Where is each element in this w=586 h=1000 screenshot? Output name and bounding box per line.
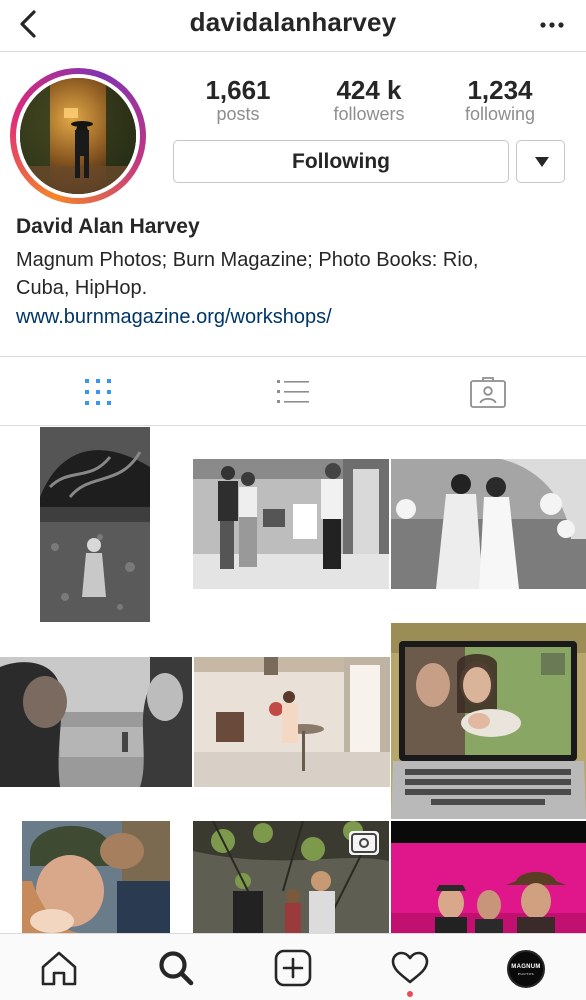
story-ring[interactable]	[10, 68, 146, 204]
bottom-navigation	[0, 933, 586, 1000]
search-icon	[158, 950, 193, 985]
post-thumbnail[interactable]	[22, 821, 170, 933]
following-label: following	[464, 104, 536, 124]
followers-stat[interactable]: 424 k followers	[309, 76, 429, 124]
bio-line: Magnum Photos; Burn Magazine; Photo Book…	[16, 249, 479, 271]
following-stat[interactable]: 1,234 following	[440, 76, 560, 124]
profile-stats: 1,661 posts 424 k followers 1,234 follow…	[172, 76, 572, 126]
profile-avatar-text: MAGNUM	[511, 964, 541, 970]
more-options-button[interactable]	[540, 17, 564, 28]
profile-avatar-subtext: PHOTOS	[517, 972, 535, 976]
followers-label: followers	[333, 104, 405, 124]
notification-dot	[407, 991, 413, 997]
photo-grid	[0, 427, 586, 933]
profile-full-name: David Alan Harvey	[16, 215, 200, 238]
profile-view-tabs	[0, 356, 586, 426]
profile-bio: Magnum Photos; Burn Magazine; Photo Book…	[16, 246, 556, 302]
list-icon	[276, 380, 309, 403]
post-thumbnail[interactable]	[391, 459, 586, 589]
post-thumbnail[interactable]	[391, 821, 586, 933]
caret-down-icon	[535, 157, 549, 167]
grid-icon	[84, 379, 111, 405]
profile-website-link[interactable]: www.burnmagazine.org/workshops/	[16, 306, 332, 329]
avatar[interactable]	[16, 74, 140, 198]
following-button[interactable]: Following	[173, 140, 509, 183]
tab-grid[interactable]	[0, 357, 195, 427]
post-thumbnail[interactable]	[194, 657, 390, 787]
add-icon	[274, 949, 311, 986]
post-thumbnail[interactable]	[0, 657, 192, 787]
posts-stat[interactable]: 1,661 posts	[178, 76, 298, 124]
tab-tagged[interactable]	[390, 357, 585, 427]
home-icon	[41, 951, 76, 985]
nav-search[interactable]	[117, 934, 234, 1000]
post-thumbnail[interactable]	[193, 821, 389, 933]
heart-icon	[391, 951, 428, 983]
post-thumbnail[interactable]	[193, 459, 389, 589]
top-bar: davidalanharvey	[0, 0, 586, 52]
tagged-icon	[469, 377, 506, 408]
followers-count: 424 k	[336, 75, 402, 105]
nav-add[interactable]	[234, 934, 351, 1000]
post-thumbnail[interactable]	[40, 427, 150, 622]
profile-avatar[interactable]: MAGNUM PHOTOS	[507, 950, 545, 988]
post-thumbnail[interactable]	[391, 623, 586, 819]
posts-label: posts	[216, 104, 260, 124]
more-horizontal-icon	[540, 22, 564, 28]
tab-list[interactable]	[195, 357, 390, 427]
page-title: davidalanharvey	[189, 7, 397, 37]
bio-line: Cuba, HipHop.	[16, 277, 148, 299]
following-count: 1,234	[467, 75, 533, 105]
posts-count: 1,661	[205, 75, 271, 105]
nav-home[interactable]	[0, 934, 117, 1000]
suggestions-dropdown-button[interactable]	[516, 140, 565, 183]
